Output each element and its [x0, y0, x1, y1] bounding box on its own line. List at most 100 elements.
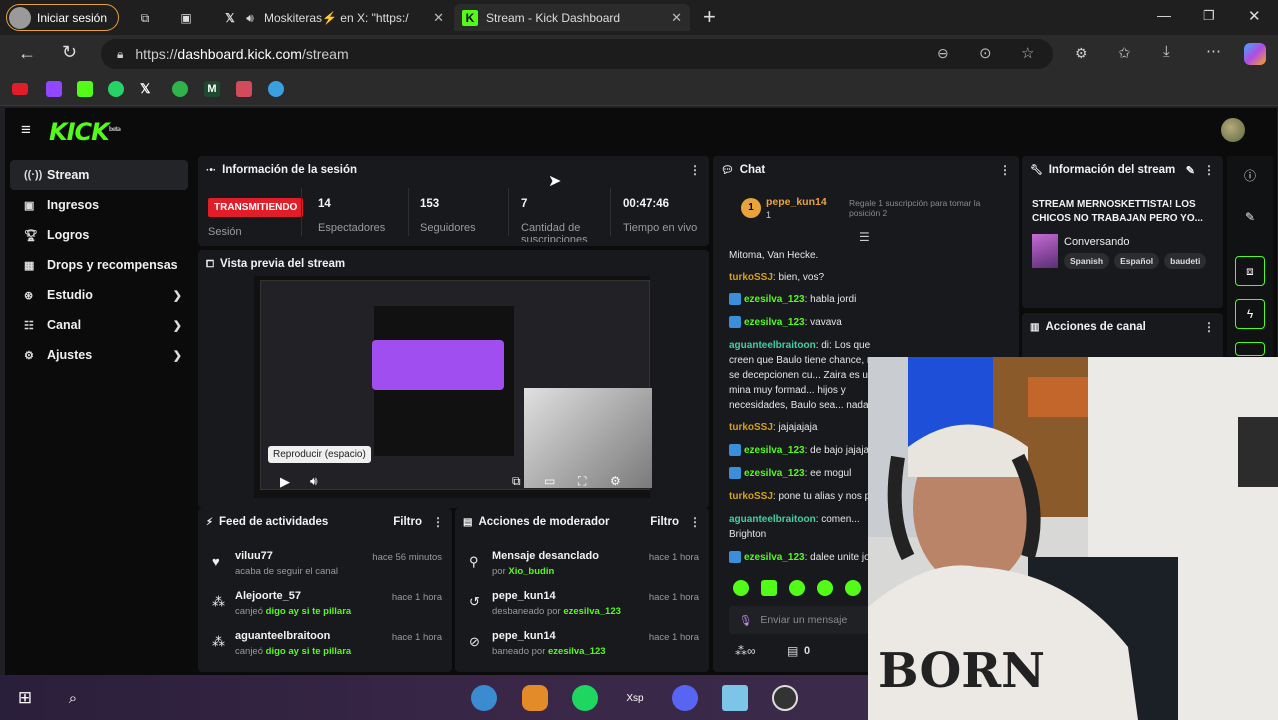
xsplit-icon[interactable]: Xsp: [622, 685, 648, 711]
collapse-icon[interactable]: ☰: [859, 230, 870, 244]
reload-icon[interactable]: ↻: [62, 42, 77, 63]
close-window-icon[interactable]: ✕: [1248, 7, 1261, 25]
new-tab-icon[interactable]: +: [703, 4, 716, 30]
xbox-icon[interactable]: [172, 81, 188, 97]
mod-badge-icon: [729, 551, 741, 564]
kick-logo[interactable]: KICKbeta: [49, 118, 121, 146]
pen-icon[interactable]: ✎: [1235, 202, 1265, 232]
twitch-icon[interactable]: [46, 81, 62, 97]
close-tab-icon[interactable]: ✕: [671, 10, 682, 26]
divider: [301, 188, 302, 236]
stream-preview-video[interactable]: Reproducir (espacio) ▶ 🔊︎ ⧉ ▭ ⛶ ⚙: [254, 276, 652, 498]
discord-icon[interactable]: [672, 685, 698, 711]
pinned-user[interactable]: pepe_kun14: [766, 196, 827, 208]
zoom-icon[interactable]: ⊖: [937, 45, 949, 62]
profile-signin-button[interactable]: Iniciar sesión: [6, 4, 119, 31]
more-options-icon[interactable]: ⋮: [432, 515, 444, 529]
cloud-fav-icon[interactable]: [268, 81, 284, 97]
obs-icon[interactable]: [772, 685, 798, 711]
sidebar-item-ingresos[interactable]: ▣ Ingresos: [10, 190, 188, 220]
filter-button[interactable]: Filtro: [393, 516, 422, 528]
flash-icon[interactable]: ϟ: [1235, 299, 1265, 329]
chat-message: ezesilva_123: habla jordi: [729, 292, 999, 307]
theater-icon[interactable]: ▭: [544, 474, 555, 488]
volume-icon[interactable]: 🔊︎: [310, 474, 318, 489]
settings-icon[interactable]: ⚙: [610, 474, 621, 488]
app-fav-icon[interactable]: [236, 81, 252, 97]
url-field[interactable]: 🔒︎ https://dashboard.kick.com/stream ⊖ ⊙…: [101, 39, 1053, 69]
sidebar-item-estudio[interactable]: ⊛ Estudio ❯: [10, 280, 188, 310]
kick-fav-icon[interactable]: [77, 81, 93, 97]
more-options-icon[interactable]: ⋮: [689, 163, 701, 177]
moderator-actions-panel: ▤ Acciones de moderador Filtro ⋮ ⚲ Mensaje d…: [455, 508, 709, 672]
chat-input[interactable]: 🎙︎ Enviar un mensaje: [729, 606, 879, 634]
more-options-icon[interactable]: ⋮: [1203, 163, 1215, 177]
tab-actions-icon[interactable]: ▣: [178, 10, 194, 26]
tag[interactable]: Español: [1114, 253, 1160, 269]
tab-x[interactable]: 𝕏 🔊︎ Moskiteras⚡ en X: "https:/ ✕: [214, 4, 452, 31]
more-options-icon[interactable]: ⋮: [1203, 320, 1215, 334]
sidebar-item-ajustes[interactable]: ⚙ Ajustes ❯: [10, 340, 188, 370]
stat-viewers: 14 Espectadores: [318, 198, 386, 234]
edit-icon[interactable]: ✎: [1186, 164, 1195, 177]
hamburger-menu-icon[interactable]: ≡: [21, 120, 31, 140]
favorite-star-icon[interactable]: ☆: [1021, 44, 1034, 62]
mic-icon: 🎙︎: [739, 614, 753, 627]
back-icon[interactable]: ←: [18, 43, 36, 64]
emote-icon[interactable]: [817, 580, 833, 596]
spotify-icon[interactable]: [572, 685, 598, 711]
user-avatar[interactable]: [1221, 118, 1245, 142]
stream-title: STREAM MERNOSKETTISTA! LOS CHICOS NO TRA…: [1032, 199, 1203, 224]
favorites-icon[interactable]: ✩: [1118, 44, 1131, 62]
tab-kick[interactable]: K Stream - Kick Dashboard ✕: [454, 4, 690, 31]
fl-studio-icon[interactable]: [522, 685, 548, 711]
sidebar-item-stream[interactable]: ((·)) Stream: [10, 160, 188, 190]
restore-icon[interactable]: ❐: [1203, 8, 1215, 24]
settings-more-icon[interactable]: ⋯: [1206, 42, 1221, 60]
m-fav-icon[interactable]: M: [204, 81, 220, 97]
notepad-icon[interactable]: [722, 685, 748, 711]
wallet-icon: ▣: [24, 199, 35, 212]
capture-icon[interactable]: ⧈: [1235, 256, 1265, 286]
tag[interactable]: Spanish: [1064, 253, 1110, 269]
emote-icon[interactable]: [733, 580, 749, 596]
more-icon[interactable]: [1235, 342, 1265, 356]
more-options-icon[interactable]: ⋮: [689, 515, 701, 529]
x-fav-icon[interactable]: 𝕏: [140, 81, 156, 97]
tag[interactable]: baudeti: [1164, 253, 1207, 269]
sidebar-label: Canal: [47, 318, 82, 332]
copilot-icon[interactable]: [1244, 43, 1266, 65]
more-options-icon[interactable]: ⋮: [999, 163, 1011, 177]
wrench-icon: 🔧︎: [1030, 164, 1043, 176]
sidebar-item-drops[interactable]: ▦ Drops y recompensas: [10, 250, 188, 280]
emote-icon[interactable]: [845, 580, 861, 596]
youtube-icon[interactable]: [12, 83, 28, 95]
url-host: dashboard.kick.com: [177, 46, 302, 62]
emote-icon[interactable]: [789, 580, 805, 596]
chevron-down-icon: ❯: [172, 289, 182, 302]
workspaces-icon[interactable]: ⧉: [137, 10, 153, 26]
info-icon[interactable]: ⓘ: [1235, 160, 1265, 190]
downloads-icon[interactable]: ⤓: [1163, 43, 1170, 60]
minimize-icon[interactable]: —: [1157, 7, 1171, 23]
sidebar-item-logros[interactable]: 🏆︎ Logros: [10, 220, 188, 250]
windows-start-icon[interactable]: ⊞: [12, 685, 38, 711]
extensions-icon[interactable]: ⚙: [1075, 45, 1088, 62]
pip-icon[interactable]: ⧉: [512, 474, 521, 489]
fullscreen-icon[interactable]: ⛶: [578, 474, 586, 489]
edge-icon[interactable]: [471, 685, 497, 711]
points-icon[interactable]: ⁂∞: [735, 644, 756, 658]
emote-icon[interactable]: [761, 580, 777, 596]
more-page-icon[interactable]: ⊙: [979, 44, 992, 62]
quick-actions-bar: ⓘ ✎ ⧈ ϟ: [1227, 156, 1273, 356]
close-tab-icon[interactable]: ✕: [433, 10, 444, 26]
play-icon[interactable]: ▶: [280, 474, 290, 490]
category-name[interactable]: Conversando: [1064, 236, 1129, 248]
whatsapp-icon[interactable]: [108, 81, 124, 97]
search-icon[interactable]: ⌕: [60, 685, 86, 711]
sidebar-item-canal[interactable]: ☷ Canal ❯: [10, 310, 188, 340]
gift-icon[interactable]: ▤: [787, 644, 798, 658]
chat-message: ezesilva_123: vavava: [729, 315, 999, 330]
filter-button[interactable]: Filtro: [650, 516, 679, 528]
mod-item: ⚲ Mensaje desanclado por Xio_budin hace 1 h…: [469, 550, 699, 577]
